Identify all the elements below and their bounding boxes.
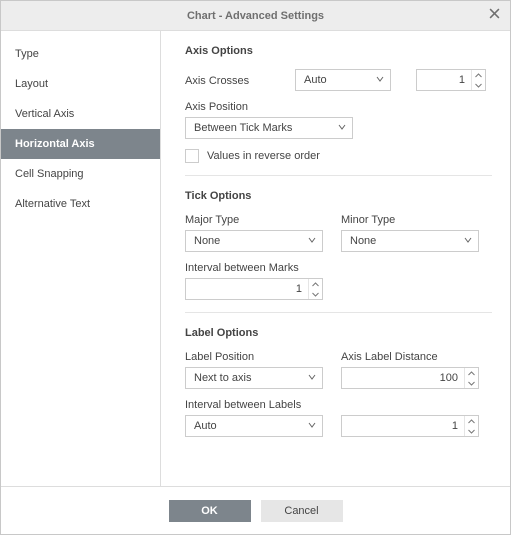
axis-crosses-spinner[interactable] xyxy=(416,69,486,91)
advanced-settings-dialog: Chart - Advanced Settings Type Layout Ve… xyxy=(0,0,511,535)
chevron-down-icon xyxy=(308,372,316,384)
interval-labels-value: Auto xyxy=(194,420,217,432)
titlebar: Chart - Advanced Settings xyxy=(1,1,510,31)
reverse-order-label: Values in reverse order xyxy=(207,150,320,162)
separator xyxy=(185,312,492,313)
minor-type-value: None xyxy=(350,235,376,247)
sidebar-item-alternative-text[interactable]: Alternative Text xyxy=(1,189,160,219)
major-type-select[interactable]: None xyxy=(185,230,323,252)
label-position-select[interactable]: Next to axis xyxy=(185,367,323,389)
dialog-body: Type Layout Vertical Axis Horizontal Axi… xyxy=(1,31,510,486)
interval-labels-label: Interval between Labels xyxy=(185,399,323,411)
reverse-order-checkbox[interactable] xyxy=(185,149,199,163)
spin-down-icon[interactable] xyxy=(465,378,478,388)
sidebar-item-label: Alternative Text xyxy=(15,198,90,210)
axis-label-distance-label: Axis Label Distance xyxy=(341,351,479,363)
spin-up-icon[interactable] xyxy=(465,368,478,378)
sidebar-item-label: Type xyxy=(15,48,39,60)
sidebar-item-vertical-axis[interactable]: Vertical Axis xyxy=(1,99,160,129)
sidebar-item-label: Vertical Axis xyxy=(15,108,74,120)
spin-down-icon[interactable] xyxy=(465,426,478,436)
axis-crosses-label: Axis Crosses xyxy=(185,75,277,87)
major-type-label: Major Type xyxy=(185,214,323,226)
section-title-label-options: Label Options xyxy=(185,327,492,339)
axis-crosses-value: Auto xyxy=(304,74,327,86)
axis-label-distance-spinner[interactable] xyxy=(341,367,479,389)
spin-up-icon[interactable] xyxy=(465,416,478,426)
dialog-footer: OK Cancel xyxy=(1,486,510,534)
section-title-tick-options: Tick Options xyxy=(185,190,492,202)
minor-type-label: Minor Type xyxy=(341,214,479,226)
axis-position-select[interactable]: Between Tick Marks xyxy=(185,117,353,139)
ok-button[interactable]: OK xyxy=(169,500,251,522)
sidebar-item-label: Horizontal Axis xyxy=(15,138,95,150)
chevron-down-icon xyxy=(308,420,316,432)
chevron-down-icon xyxy=(338,122,346,134)
interval-labels-spinner[interactable] xyxy=(341,415,479,437)
sidebar-item-layout[interactable]: Layout xyxy=(1,69,160,99)
sidebar: Type Layout Vertical Axis Horizontal Axi… xyxy=(1,31,161,486)
chevron-down-icon xyxy=(308,235,316,247)
sidebar-item-cell-snapping[interactable]: Cell Snapping xyxy=(1,159,160,189)
axis-position-value: Between Tick Marks xyxy=(194,122,292,134)
interval-marks-spinner[interactable] xyxy=(185,278,323,300)
spacer-label xyxy=(341,399,479,411)
dialog-title: Chart - Advanced Settings xyxy=(187,10,324,22)
axis-crosses-select[interactable]: Auto xyxy=(295,69,391,91)
sidebar-item-label: Cell Snapping xyxy=(15,168,84,180)
interval-marks-input[interactable] xyxy=(186,279,308,299)
content-panel: Axis Options Axis Crosses Auto xyxy=(161,31,510,486)
sidebar-item-horizontal-axis[interactable]: Horizontal Axis xyxy=(1,129,160,159)
close-icon xyxy=(489,8,500,22)
separator xyxy=(185,175,492,176)
cancel-button[interactable]: Cancel xyxy=(261,500,343,522)
chevron-down-icon xyxy=(376,74,384,86)
interval-labels-number-input[interactable] xyxy=(342,416,464,436)
axis-label-distance-input[interactable] xyxy=(342,368,464,388)
spin-up-icon[interactable] xyxy=(472,70,485,80)
label-position-value: Next to axis xyxy=(194,372,251,384)
sidebar-item-label: Layout xyxy=(15,78,48,90)
interval-labels-select[interactable]: Auto xyxy=(185,415,323,437)
section-title-axis-options: Axis Options xyxy=(185,45,492,57)
axis-position-label: Axis Position xyxy=(185,101,353,113)
close-button[interactable] xyxy=(484,5,504,25)
minor-type-select[interactable]: None xyxy=(341,230,479,252)
label-position-label: Label Position xyxy=(185,351,323,363)
spin-down-icon[interactable] xyxy=(309,289,322,299)
sidebar-item-type[interactable]: Type xyxy=(1,39,160,69)
major-type-value: None xyxy=(194,235,220,247)
interval-marks-label: Interval between Marks xyxy=(185,262,323,274)
chevron-down-icon xyxy=(464,235,472,247)
spin-up-icon[interactable] xyxy=(309,279,322,289)
spin-down-icon[interactable] xyxy=(472,80,485,90)
axis-crosses-number-input[interactable] xyxy=(417,70,471,90)
